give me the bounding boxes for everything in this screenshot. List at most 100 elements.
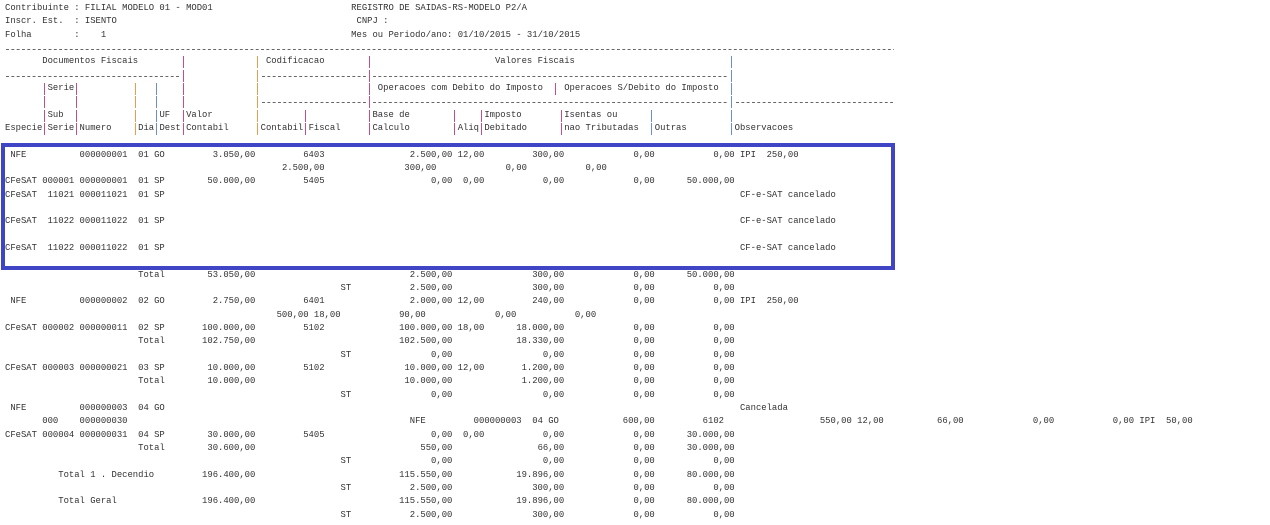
heading-especie: Especie: [5, 122, 43, 133]
row-outras: 0,00: [713, 362, 735, 373]
row-obs: CF-e-SAT cancelado: [739, 189, 836, 200]
row-isentas: 0,00: [633, 322, 655, 333]
inscr-label: Inscr. Est.: [5, 16, 64, 27]
row-v1: 500,00: [276, 309, 309, 320]
row-dia: 03: [138, 362, 149, 373]
row-numero: 000000001: [79, 149, 128, 160]
row-v4: 0,00: [585, 162, 607, 173]
row-uf2: GO: [548, 416, 559, 427]
column-separator: [480, 122, 482, 135]
row-isentas: 0,00: [633, 442, 655, 453]
row-uf: SP: [154, 242, 165, 253]
row-base: 115.550,00: [399, 469, 453, 480]
row-especie: NFE: [10, 296, 27, 307]
dashed-rule: [734, 102, 895, 104]
row-obs: IPI 250,00: [739, 296, 799, 307]
row-obs: CF-e-SAT cancelado: [739, 216, 836, 227]
row-imposto: 0,00: [542, 349, 565, 360]
row-imposto: 0,00: [542, 389, 565, 400]
heading-uf: UF: [159, 109, 171, 120]
periodo-value: 01/10/2015 - 31/10/2015: [457, 29, 581, 40]
heading-isentas-ou: Isentas ou: [564, 109, 618, 120]
column-separator: [134, 96, 136, 109]
row-serie: 000002: [42, 322, 75, 333]
row-aliq: 0,00: [463, 429, 485, 440]
dashed-rule: [372, 102, 730, 104]
row-valor: 30.600,00: [207, 442, 256, 453]
column-separator: [731, 109, 733, 122]
column-separator: [44, 109, 46, 122]
row-outras: 0,00: [713, 482, 735, 493]
heading-outras: Outras: [654, 122, 687, 133]
row-especie: NFE: [10, 402, 27, 413]
row-especie: CFeSAT: [5, 242, 37, 253]
row-label: Total: [138, 442, 165, 453]
row-aliq: 12,00: [457, 296, 485, 307]
row-especie: CFeSAT: [5, 216, 37, 227]
heading-dia: Dia: [138, 122, 155, 133]
column-separator: [731, 56, 733, 69]
column-separator: [134, 122, 136, 135]
row-imposto: 1.200,00: [521, 376, 565, 387]
row-serie: 000004: [42, 429, 75, 440]
column-separator: [182, 109, 184, 122]
row-isentas: 0,00: [633, 429, 655, 440]
row-numero: 000011022: [79, 242, 128, 253]
row-v3: 90,00: [399, 309, 426, 320]
column-separator: [76, 96, 78, 109]
row-uf: SP: [154, 176, 165, 187]
row-imposto: 66,00: [537, 442, 565, 453]
row-base: 10.000,00: [404, 362, 453, 373]
row-aliq: 0,00: [463, 176, 485, 187]
row-label: Total: [138, 376, 165, 387]
column-separator: [731, 69, 733, 82]
column-separator: [560, 109, 562, 122]
dashed-rule: [260, 102, 368, 104]
column-separator: [369, 96, 371, 109]
column-separator: [257, 82, 259, 95]
row-imposto: 300,00: [532, 509, 565, 520]
row-numero: 000000011: [79, 322, 128, 333]
row-uf: SP: [154, 322, 165, 333]
dashed-rule: [260, 75, 368, 77]
row-v2: 18,00: [313, 309, 341, 320]
row-outras: 0,00: [713, 296, 735, 307]
row-valor: 196.400,00: [202, 496, 256, 507]
row-valor: 30.000,00: [207, 429, 256, 440]
heading-observacoes: Observacoes: [734, 122, 794, 133]
column-separator: [44, 96, 46, 109]
row-imposto: 300,00: [532, 149, 565, 160]
column-separator: [651, 122, 653, 135]
column-separator: [155, 96, 157, 109]
row-label: ST: [340, 389, 352, 400]
row-cfop: 6403: [303, 149, 325, 160]
row-uf: SP: [154, 429, 165, 440]
column-separator: [454, 109, 456, 122]
row-v5: 0,00: [574, 309, 597, 320]
column-separator: [182, 122, 184, 135]
row-isentas: 0,00: [633, 469, 655, 480]
fiscal-report: Contribuinte: FILIAL MODELO 01 - MOD01 REG…: [5, 2, 1270, 525]
row-dia: 01: [138, 176, 149, 187]
row-imposto: 0,00: [542, 429, 565, 440]
row-uf: SP: [154, 189, 165, 200]
row-imposto: 18.000,00: [516, 322, 565, 333]
column-separator: [731, 82, 733, 95]
row-aliq: 12,00: [457, 149, 485, 160]
contribuinte-value: FILIAL MODELO 01 - MOD01: [84, 3, 213, 13]
column-separator: [305, 122, 307, 135]
row-valor: 102.750,00: [202, 336, 256, 347]
heading-fiscal: Fiscal: [308, 122, 341, 133]
row-base: 102.500,00: [399, 336, 453, 347]
row-serie: 11021: [47, 189, 75, 200]
row-serie: 11022: [47, 242, 75, 253]
row-cfop: 6401: [303, 296, 325, 307]
row-label: ST: [340, 349, 352, 360]
periodo-label: Mes ou Periodo/ano:: [351, 29, 453, 40]
row-valor: 100.000,00: [202, 322, 256, 333]
row-obs: IPI 250,00: [739, 149, 799, 160]
row-dia: 02: [138, 322, 149, 333]
row-imposto: 300,00: [532, 482, 565, 493]
row-numero: 000000021: [79, 362, 128, 373]
row-uf: GO: [154, 402, 165, 413]
